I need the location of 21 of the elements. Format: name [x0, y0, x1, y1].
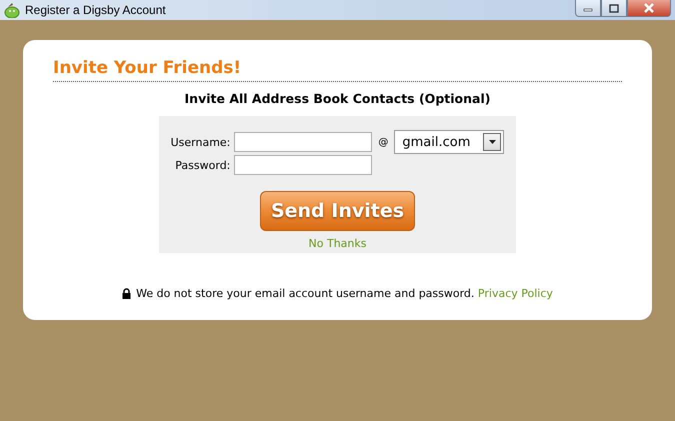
close-button[interactable]: [627, 0, 671, 17]
send-invites-button[interactable]: Send Invites: [260, 191, 415, 231]
no-thanks-link[interactable]: No Thanks: [308, 237, 366, 250]
password-label: Password:: [174, 158, 230, 172]
username-field[interactable]: [234, 132, 372, 152]
lock-icon: [122, 288, 132, 299]
app-logo-icon: [4, 2, 20, 18]
minimize-button[interactable]: [575, 0, 601, 17]
heading: Invite Your Friends!: [53, 58, 622, 82]
subheading: Invite All Address Book Contacts (Optional): [184, 91, 490, 106]
window-title: Register a Digsby Account: [25, 3, 167, 17]
caret-icon: [488, 140, 496, 144]
privacy-note: We do not store your email account username and password. Privacy Policy: [136, 287, 553, 300]
at-sign: @: [377, 136, 390, 148]
domain-dropdown[interactable]: gmail.com: [394, 130, 504, 154]
password-field[interactable]: [234, 155, 372, 175]
maximize-icon: [609, 4, 619, 12]
privacy-policy-link[interactable]: Privacy Policy: [478, 287, 553, 300]
maximize-button[interactable]: [601, 0, 627, 17]
username-label: Username:: [170, 136, 230, 148]
close-icon: [643, 3, 655, 13]
